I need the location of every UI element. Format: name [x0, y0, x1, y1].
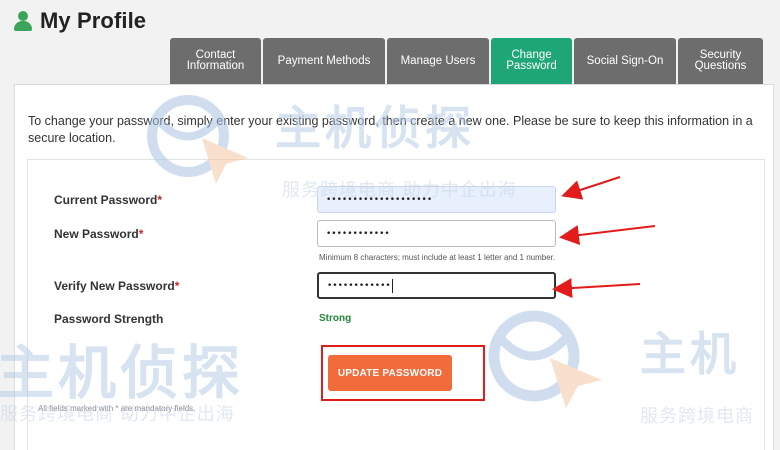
verify-password-label: Verify New Password* — [54, 279, 180, 293]
password-strength-value: Strong — [319, 313, 352, 324]
page: My Profile Contact Information Payment M… — [0, 0, 780, 450]
text-caret — [391, 278, 393, 293]
new-password-label: New Password* — [54, 227, 144, 241]
current-password-label: Current Password* — [54, 193, 163, 207]
change-password-panel: To change your password, simply enter yo… — [14, 84, 774, 450]
tab-manage-users[interactable]: Manage Users — [387, 38, 489, 84]
verify-password-value: •••••••••••• — [327, 280, 391, 291]
new-password-input[interactable]: •••••••••••• — [317, 220, 556, 247]
required-mark: * — [157, 193, 163, 207]
page-title: My Profile — [40, 8, 147, 33]
required-mark: * — [138, 227, 144, 241]
tab-social-sign-on[interactable]: Social Sign-On — [574, 38, 676, 84]
intro-text: To change your password, simply enter yo… — [28, 114, 753, 145]
current-password-input[interactable]: •••••••••••••••••••• — [317, 186, 556, 213]
profile-tabs: Contact Information Payment Methods Mana… — [170, 38, 763, 84]
tab-change-password[interactable]: Change Password — [491, 38, 572, 84]
password-strength-label: Password Strength — [54, 312, 164, 326]
tab-payment-methods[interactable]: Payment Methods — [263, 38, 385, 84]
verify-password-input[interactable]: •••••••••••• — [317, 272, 556, 299]
password-hint: Minimum 8 characters; must include at le… — [319, 253, 556, 262]
user-icon — [14, 11, 32, 31]
page-header: My Profile — [14, 6, 146, 36]
mandatory-fields-note: All fields marked with * are mandatory f… — [38, 404, 196, 413]
tab-contact-information[interactable]: Contact Information — [170, 38, 261, 84]
tab-security-questions[interactable]: Security Questions — [678, 38, 763, 84]
required-mark: * — [174, 279, 180, 293]
update-password-button[interactable]: UPDATE PASSWORD — [328, 355, 452, 391]
